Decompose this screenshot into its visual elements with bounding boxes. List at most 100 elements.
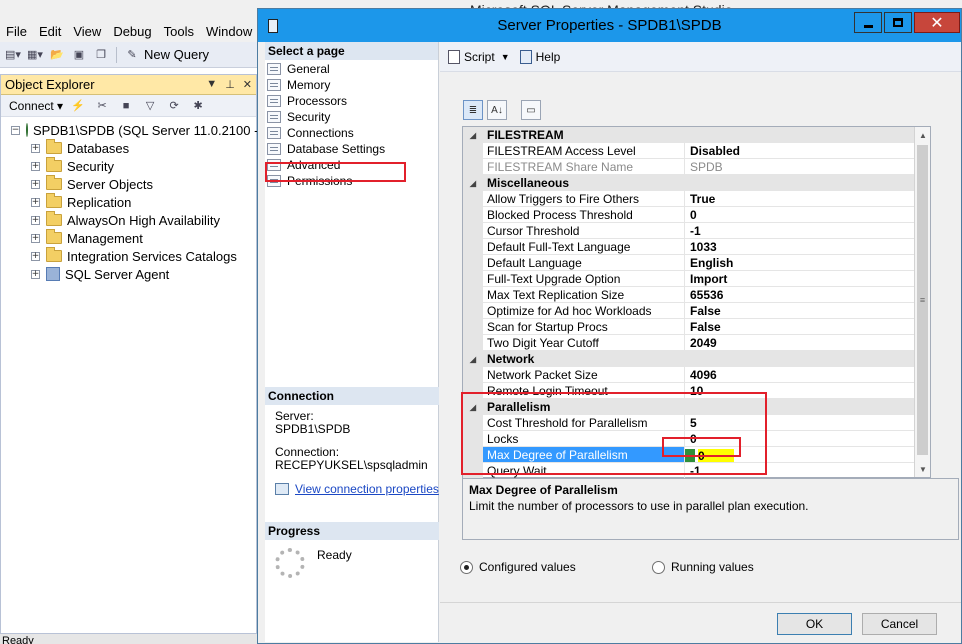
script-button[interactable]: Script (448, 49, 495, 64)
row-margin (463, 303, 483, 319)
tree-node-replication[interactable]: + Replication (1, 193, 256, 211)
category-collapse-icon[interactable]: ◢ (463, 351, 483, 367)
property-row[interactable]: Full-Text Upgrade Option Import (463, 271, 930, 287)
expand-icon[interactable]: + (31, 269, 40, 279)
save-icon[interactable]: ▣ (70, 47, 88, 63)
row-margin (463, 255, 483, 271)
radio-unchecked-icon[interactable] (652, 560, 665, 574)
tree-node-security[interactable]: + Security (1, 157, 256, 175)
connect-button[interactable]: Connect ▾ (9, 99, 63, 113)
minimize-button[interactable] (854, 12, 882, 33)
activity-icon[interactable]: ✱ (189, 98, 207, 114)
property-row[interactable]: Default Language English (463, 255, 930, 271)
agent-icon (46, 267, 60, 281)
categorized-view-icon[interactable]: ≣ (463, 100, 483, 120)
tree-node-integration-services[interactable]: + Integration Services Catalogs (1, 247, 256, 265)
tree-node-databases[interactable]: + Databases (1, 139, 256, 157)
collapse-icon[interactable]: − (11, 125, 20, 135)
view-connection-row: View connection properties (265, 482, 439, 496)
expand-icon[interactable]: + (31, 179, 40, 189)
script-icon (448, 49, 460, 64)
tree-node-server-objects[interactable]: + Server Objects (1, 175, 256, 193)
category-label: Network (487, 352, 535, 366)
help-button[interactable]: Help (519, 49, 560, 64)
category-collapse-icon[interactable]: ◢ (463, 175, 483, 191)
alphabetical-sort-icon[interactable]: A↓ (487, 100, 507, 120)
property-row[interactable]: FILESTREAM Access Level Disabled (463, 143, 930, 159)
open-folder-icon[interactable]: 📂 (48, 47, 66, 63)
page-label: Memory (287, 78, 331, 92)
script-dropdown-icon[interactable]: ▼ (501, 52, 510, 62)
view-connection-properties-link[interactable]: View connection properties (295, 482, 439, 496)
menu-view[interactable]: View (67, 24, 107, 39)
menu-debug[interactable]: Debug (107, 24, 157, 39)
radio-checked-icon[interactable] (460, 560, 473, 574)
page-processors[interactable]: Processors (265, 93, 438, 109)
tree-node-alwayson[interactable]: + AlwaysOn High Availability (1, 211, 256, 229)
add-item-icon[interactable]: ▦▾ (26, 47, 44, 63)
row-margin (463, 287, 483, 303)
property-value: True (685, 191, 930, 207)
property-value: 1033 (685, 239, 930, 255)
property-row[interactable]: Default Full-Text Language 1033 (463, 239, 930, 255)
grid-category-row[interactable]: ◢ FILESTREAM (463, 127, 930, 143)
close-icon[interactable]: ✕ (243, 78, 252, 91)
page-security[interactable]: Security (265, 109, 438, 125)
property-row[interactable]: Network Packet Size 4096 (463, 367, 930, 383)
expand-icon[interactable]: + (31, 251, 40, 261)
close-button[interactable]: ✕ (914, 12, 960, 33)
ok-button[interactable]: OK (777, 613, 852, 635)
page-icon (267, 143, 281, 155)
scroll-up-icon[interactable]: ▲ (915, 127, 931, 143)
running-values-radio[interactable]: Running values (652, 560, 754, 574)
property-row[interactable]: Scan for Startup Procs False (463, 319, 930, 335)
scroll-thumb[interactable]: ≡ (917, 145, 928, 455)
property-row[interactable]: Allow Triggers to Fire Others True (463, 191, 930, 207)
grid-scrollbar[interactable]: ▲ ≡ ▼ (914, 127, 930, 477)
property-row[interactable]: Max Text Replication Size 65536 (463, 287, 930, 303)
page-selector-pane: Select a page General Memory Processors … (265, 42, 439, 642)
menu-file[interactable]: File (0, 24, 33, 39)
refresh-icon[interactable]: ⟳ (165, 98, 183, 114)
configured-values-radio[interactable]: Configured values (460, 560, 576, 574)
menu-tools[interactable]: Tools (158, 24, 200, 39)
page-general[interactable]: General (265, 61, 438, 77)
dropdown-arrow-icon[interactable]: ▼ (206, 78, 217, 91)
value-highlight-box (662, 437, 741, 457)
filter-icon[interactable]: ▽ (141, 98, 159, 114)
expand-icon[interactable]: + (31, 161, 40, 171)
pin-icon[interactable]: ⊥ (225, 78, 235, 91)
expand-icon[interactable]: + (31, 143, 40, 153)
expand-icon[interactable]: + (31, 215, 40, 225)
page-database-settings[interactable]: Database Settings (265, 141, 438, 157)
progress-section: Progress Ready (265, 522, 439, 578)
expand-icon[interactable]: + (31, 197, 40, 207)
property-row[interactable]: Cursor Threshold -1 (463, 223, 930, 239)
scroll-down-icon[interactable]: ▼ (915, 461, 931, 477)
menu-edit[interactable]: Edit (33, 24, 67, 39)
page-connections[interactable]: Connections (265, 125, 438, 141)
tree-root-server[interactable]: − SPDB1\SPDB (SQL Server 11.0.2100 - RE (1, 121, 280, 139)
cancel-button[interactable]: Cancel (862, 613, 937, 635)
save-all-icon[interactable]: ❐ (92, 47, 110, 63)
page-icon (267, 79, 281, 91)
grid-category-row[interactable]: ◢ Miscellaneous (463, 175, 930, 191)
tree-node-sql-agent[interactable]: + SQL Server Agent (1, 265, 256, 283)
disconnect-icon[interactable]: ✂ (93, 98, 111, 114)
new-project-icon[interactable]: ▤▾ (4, 47, 22, 63)
page-memory[interactable]: Memory (265, 77, 438, 93)
menu-window[interactable]: Window (200, 24, 258, 39)
tree-node-management[interactable]: + Management (1, 229, 256, 247)
maximize-button[interactable] (884, 12, 912, 33)
property-pages-icon[interactable]: ▭ (521, 100, 541, 120)
grid-category-row[interactable]: ◢ Network (463, 351, 930, 367)
expand-icon[interactable]: + (31, 233, 40, 243)
category-collapse-icon[interactable]: ◢ (463, 127, 483, 143)
property-row[interactable]: FILESTREAM Share Name SPDB (463, 159, 930, 175)
property-row[interactable]: Blocked Process Threshold 0 (463, 207, 930, 223)
property-row[interactable]: Two Digit Year Cutoff 2049 (463, 335, 930, 351)
new-query-button[interactable]: ✎ New Query (123, 47, 209, 63)
property-row[interactable]: Optimize for Ad hoc Workloads False (463, 303, 930, 319)
connect-icon[interactable]: ⚡ (69, 98, 87, 114)
stop-icon[interactable]: ■ (117, 98, 135, 114)
